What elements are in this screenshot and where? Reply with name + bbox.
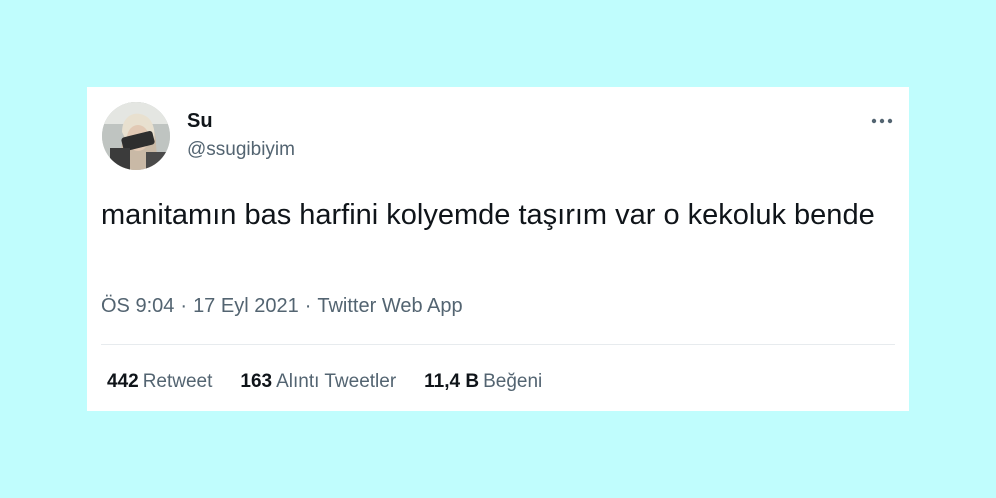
tweet-time[interactable]: ÖS 9:04 [101, 295, 174, 317]
tweet-stats: 442 Retweet 163 Alıntı Tweetler 11,4 B Beğe… [107, 371, 542, 393]
quote-stat[interactable]: 163 Alıntı Tweetler [240, 371, 396, 393]
tweet-text: manitamın bas harfini kolyemde taşırım v… [101, 199, 875, 231]
tweet-source[interactable]: Twitter Web App [317, 295, 462, 317]
tweet-card: Su @ssugibiyim manitamın bas harfini kol… [87, 87, 909, 411]
retweet-stat[interactable]: 442 Retweet [107, 371, 212, 393]
divider [101, 344, 895, 345]
more-options-button[interactable] [870, 114, 894, 128]
retweet-label: Retweet [142, 371, 213, 392]
tweet-meta: ÖS 9:04 · 17 Eyl 2021 · Twitter Web App [101, 295, 463, 318]
like-label: Beğeni [483, 371, 543, 392]
meta-separator: · [304, 295, 312, 317]
more-horizontal-icon [871, 118, 893, 124]
like-count: 11,4 B [424, 371, 480, 392]
avatar[interactable] [102, 102, 170, 170]
user-handle[interactable]: @ssugibiyim [187, 139, 295, 161]
display-name[interactable]: Su [187, 110, 213, 133]
like-stat[interactable]: 11,4 B Beğeni [424, 371, 542, 393]
profile-photo-icon [102, 102, 170, 170]
meta-separator: · [180, 295, 188, 317]
tweet-date[interactable]: 17 Eyl 2021 [193, 295, 299, 317]
quote-label: Alıntı Tweetler [276, 371, 397, 392]
quote-count: 163 [240, 371, 273, 392]
retweet-count: 442 [107, 371, 139, 392]
